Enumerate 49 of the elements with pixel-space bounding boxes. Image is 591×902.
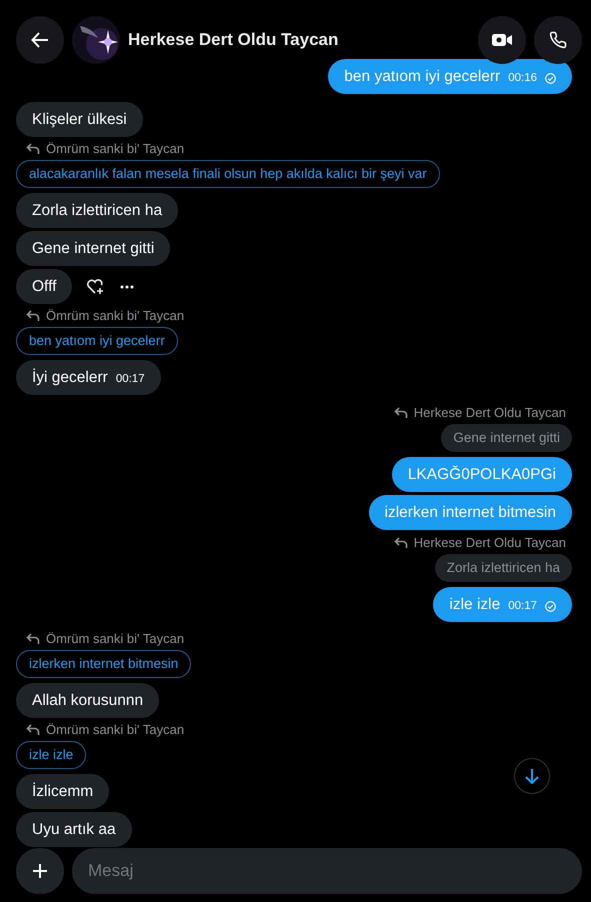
back-arrow-icon	[31, 32, 49, 48]
message-text: ben yatıom iyi gecelerr	[344, 66, 500, 87]
plus-icon	[32, 863, 48, 879]
quoted-message[interactable]: ben yatıom iyi gecelerr	[16, 327, 178, 355]
message-time: 00:17	[116, 372, 145, 387]
quoted-message[interactable]: Zorla izlettiricen ha	[434, 554, 572, 582]
reply-icon	[26, 724, 40, 736]
video-camera-icon	[492, 32, 512, 48]
message-text: LKAGĞ0POLKA0PGi	[408, 464, 556, 485]
reply-icon	[26, 143, 40, 155]
check-circle-icon	[545, 73, 556, 84]
quoted-message[interactable]: Gene internet gitti	[441, 424, 572, 452]
add-button[interactable]	[16, 848, 64, 894]
message-text: Offf	[32, 276, 56, 297]
phone-icon	[549, 31, 567, 49]
check-circle-icon	[545, 601, 556, 612]
message-input[interactable]: Mesaj	[72, 848, 582, 894]
video-call-button[interactable]	[478, 16, 526, 64]
message-text: izle izle	[449, 594, 500, 615]
quoted-message[interactable]: alacakaranlık falan mesela finali olsun hep akılda kalıcı bir şeyi var	[16, 160, 440, 188]
message-text: Gene internet gitti	[32, 238, 154, 259]
reply-icon	[394, 537, 408, 549]
message-text: Zorla izlettiricen ha	[32, 200, 162, 221]
scroll-down-button[interactable]	[514, 758, 550, 794]
down-arrow-icon	[525, 768, 539, 784]
message-text: Allah korusunnn	[32, 690, 144, 711]
message-time: 00:17	[508, 598, 537, 614]
reply-author: Ömrüm sanki bi' Taycan	[46, 631, 184, 647]
message-text: İzlicemm	[32, 782, 94, 802]
reply-author: Ömrüm sanki bi' Taycan	[46, 141, 184, 157]
back-button[interactable]	[16, 16, 64, 64]
message-time: 00:16	[508, 70, 537, 86]
message-text: İyi gecelerr	[32, 368, 108, 388]
more-icon[interactable]	[120, 284, 134, 288]
reply-author: Herkese Dert Oldu Taycan	[414, 535, 566, 551]
reply-icon	[26, 310, 40, 322]
reply-author: Herkese Dert Oldu Taycan	[414, 405, 566, 421]
heart-plus-icon[interactable]	[86, 278, 104, 294]
voice-call-button[interactable]	[534, 16, 582, 64]
reply-author: Ömrüm sanki bi' Taycan	[46, 722, 184, 738]
quoted-message[interactable]: izlerken internet bitmesin	[16, 650, 192, 678]
message-text: Klişeler ülkesi	[32, 110, 127, 130]
reply-icon	[394, 407, 408, 419]
reply-author: Ömrüm sanki bi' Taycan	[46, 308, 184, 324]
quoted-message[interactable]: izle izle	[16, 741, 86, 769]
chat-title: Herkese Dert Oldu Taycan	[128, 29, 338, 52]
message-text: izlerken internet bitmesin	[384, 502, 556, 523]
message-text: Uyu artık aa	[32, 820, 116, 840]
reply-icon	[26, 633, 40, 645]
